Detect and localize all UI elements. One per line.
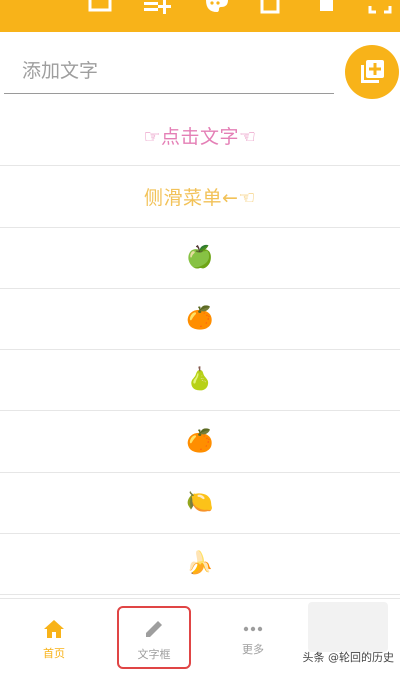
file-icon[interactable]	[312, 0, 340, 14]
tangerine-icon: 🍊	[186, 308, 213, 330]
playlist-add-icon[interactable]	[142, 0, 170, 14]
list-item-text: 侧滑菜单←☜	[144, 183, 256, 210]
home-icon	[43, 619, 65, 639]
nav-home-label: 首页	[43, 645, 65, 661]
orange-icon: 🍊	[186, 431, 213, 453]
add-text-row	[0, 32, 400, 102]
list-item[interactable]: 🍐	[0, 350, 400, 411]
list-item[interactable]: 🍌	[0, 534, 400, 595]
pear-icon: 🍐	[186, 369, 213, 391]
watermark: 头条 @轮回的历史	[303, 649, 395, 665]
palette-icon[interactable]	[203, 0, 231, 14]
list-item-text: ☞点击文字☜	[143, 122, 256, 149]
clipboard-icon[interactable]	[256, 0, 284, 14]
top-toolbar	[0, 0, 400, 32]
add-to-library-icon	[359, 59, 385, 85]
text-list: ☞点击文字☜ 侧滑菜单←☜ 🍏 🍊 🍐 🍊 🍋 🍌	[0, 105, 400, 595]
save-icon[interactable]	[86, 0, 114, 14]
nav-more-label: 更多	[242, 641, 264, 657]
list-item[interactable]: ☞点击文字☜	[0, 105, 400, 166]
pencil-icon	[143, 618, 165, 640]
more-icon	[242, 623, 264, 635]
blurred-nav-item	[308, 602, 388, 652]
list-item[interactable]: 🍊	[0, 411, 400, 472]
green-apple-icon: 🍏	[186, 247, 213, 269]
nav-home[interactable]: 首页	[16, 609, 92, 671]
list-item[interactable]: 🍏	[0, 228, 400, 289]
list-item[interactable]: 侧滑菜单←☜	[0, 166, 400, 227]
nav-text-box[interactable]: 文字框	[116, 609, 192, 671]
nav-more[interactable]: 更多	[215, 609, 291, 671]
add-button[interactable]	[345, 45, 399, 99]
lemon-icon: 🍋	[186, 492, 213, 514]
banana-icon: 🍌	[186, 553, 213, 575]
list-item[interactable]: 🍋	[0, 473, 400, 534]
add-text-input[interactable]	[4, 48, 334, 94]
list-item[interactable]: 🍊	[0, 289, 400, 350]
nav-text-box-label: 文字框	[138, 646, 171, 662]
fullscreen-icon[interactable]	[366, 0, 394, 14]
